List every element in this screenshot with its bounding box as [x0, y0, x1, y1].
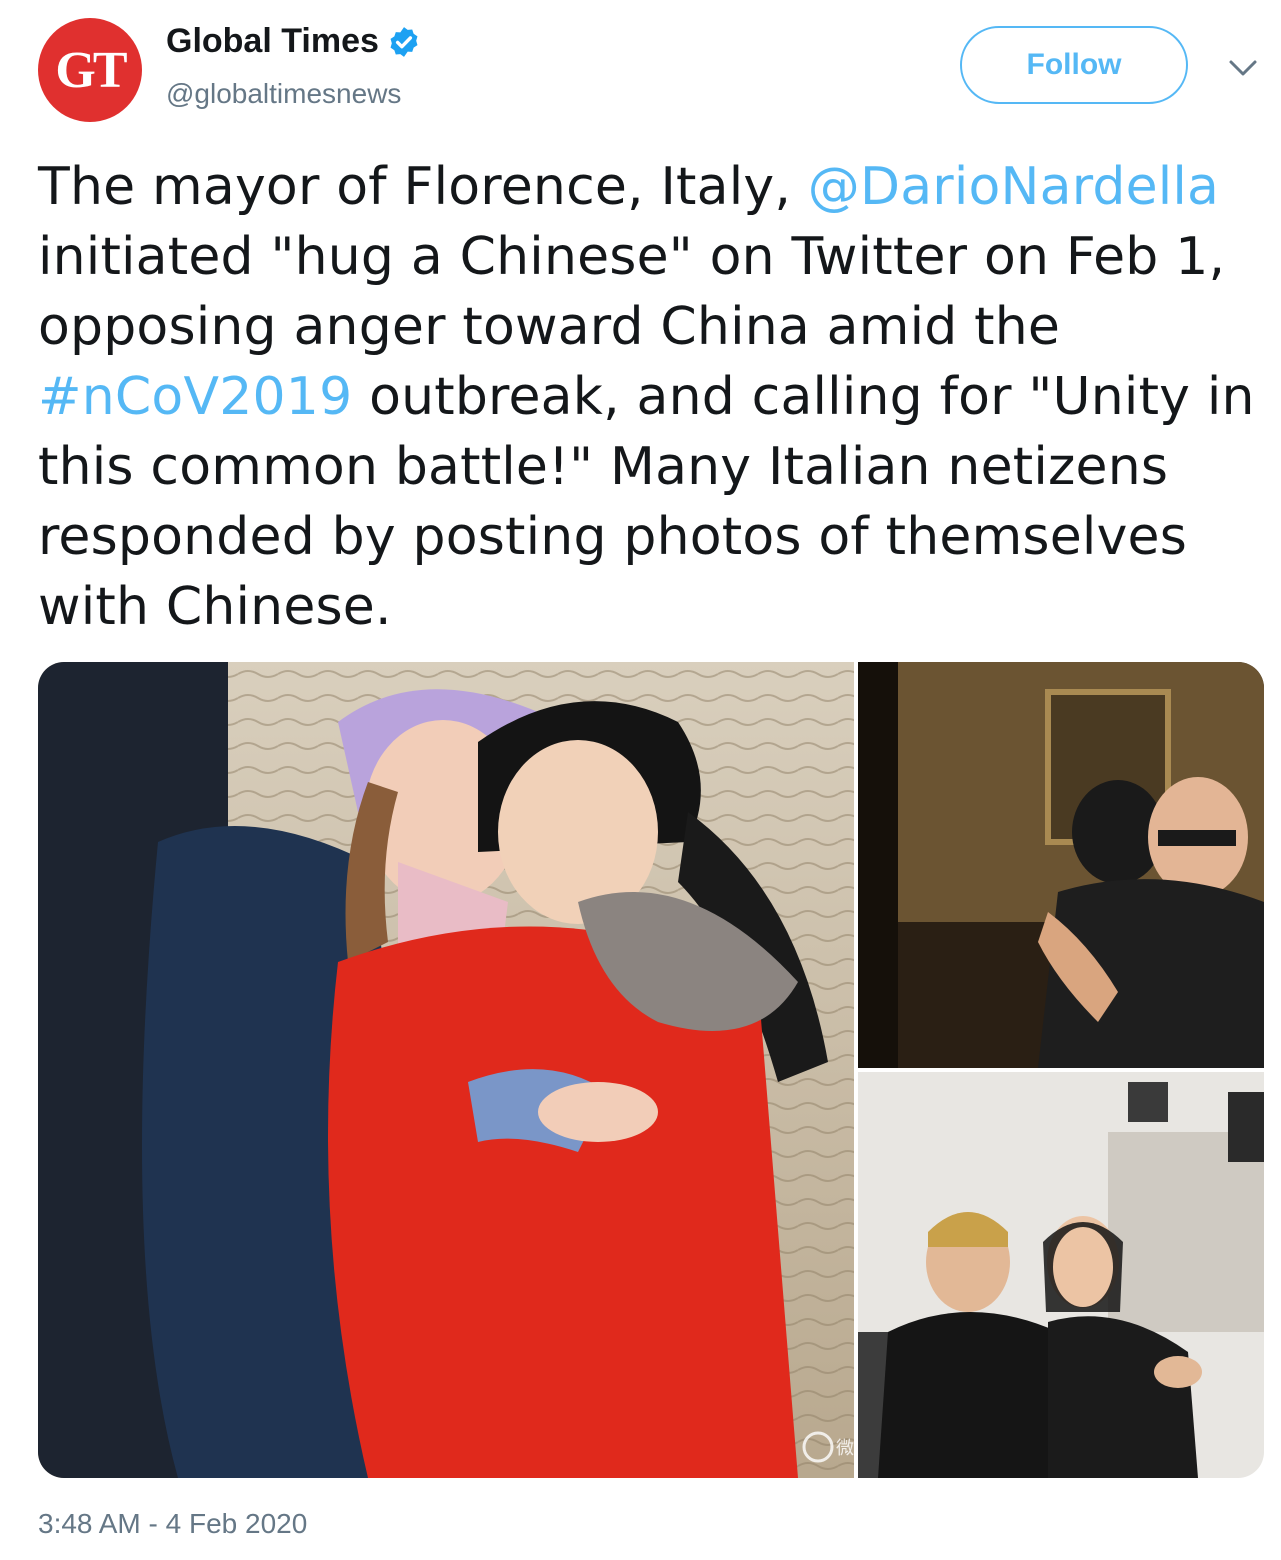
hashtag-link[interactable]: #nCoV2019 — [38, 367, 352, 427]
author-name-row: Global Times — [166, 22, 421, 61]
avatar[interactable]: GT — [38, 18, 142, 122]
photo-couple-hug[interactable] — [858, 1072, 1264, 1478]
photo-children-hugging[interactable]: 微博 — [38, 662, 854, 1478]
watermark-text: 微博 — [836, 1438, 854, 1459]
tweet-text-part: The mayor of Florence, Italy, — [38, 157, 808, 217]
author-display-name[interactable]: Global Times — [166, 22, 379, 61]
tweet-timestamp[interactable]: 3:48 AM - 4 Feb 2020 — [38, 1508, 307, 1540]
avatar-logo-text: GT — [55, 41, 127, 99]
media-grid: 微博 — [38, 662, 1264, 1478]
follow-button[interactable]: Follow — [960, 26, 1188, 104]
verified-badge-icon — [390, 26, 418, 57]
mention-link[interactable]: @DarioNardella — [808, 157, 1219, 217]
author-handle[interactable]: @globaltimesnews — [166, 78, 401, 110]
tweet-text-part: initiated "hug a Chinese" on Twitter on … — [38, 227, 1226, 357]
photo-mayor-hug[interactable] — [858, 662, 1264, 1068]
tweet-text: The mayor of Florence, Italy, @DarioNard… — [38, 152, 1273, 642]
chevron-down-icon[interactable] — [1226, 56, 1260, 80]
